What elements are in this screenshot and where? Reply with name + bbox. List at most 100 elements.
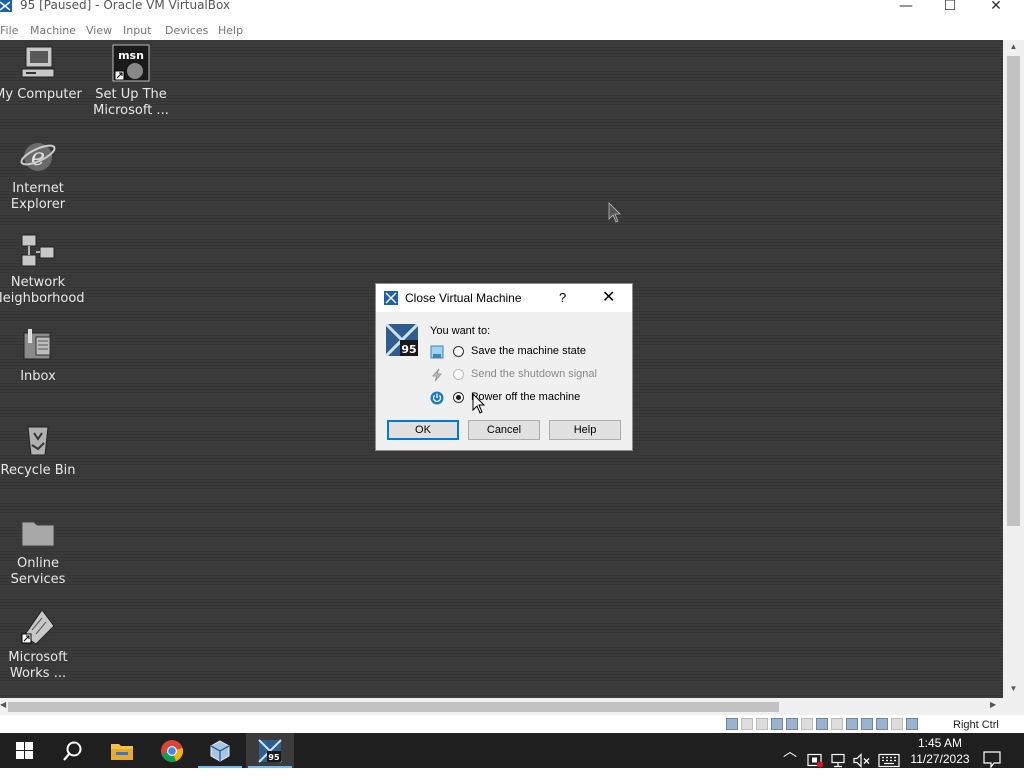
network-adapter-icon[interactable] — [786, 718, 798, 730]
status-icons — [726, 718, 918, 730]
computer-icon — [21, 46, 55, 78]
option-shutdown-signal: Send the shutdown signal — [430, 367, 620, 385]
virtualization-icon[interactable] — [876, 718, 888, 730]
inbox-icon — [23, 329, 51, 360]
vm-status-bar: Right Ctrl — [0, 715, 1024, 733]
scroll-right-icon[interactable]: ▶ — [990, 700, 996, 709]
minimize-button[interactable]: — — [883, 0, 929, 14]
file-explorer-icon — [111, 744, 133, 760]
svg-text:msn: msn — [118, 49, 144, 62]
menu-help[interactable]: Help — [218, 24, 243, 37]
taskbar-vm-95[interactable]: 95 — [246, 733, 294, 768]
menu-bar: File Machine View Input Devices Help — [0, 22, 1024, 40]
power-icon — [430, 391, 444, 405]
window-title: 95 [Paused] - Oracle VM VirtualBox — [20, 0, 231, 12]
menu-file[interactable]: File — [0, 24, 18, 37]
dialog-help-button[interactable]: ? — [559, 290, 566, 305]
vertical-scrollbar[interactable]: ▲ ▼ — [1003, 40, 1024, 698]
close-button[interactable]: ✕ — [973, 0, 1019, 14]
vertical-scroll-thumb[interactable] — [1007, 56, 1020, 526]
desktop-icon-recycle-bin[interactable]: Recycle Bin — [0, 419, 83, 479]
hard-disk-icon[interactable] — [726, 718, 738, 730]
audio-icon[interactable] — [771, 718, 783, 730]
chevron-up-icon[interactable]: ︿ — [783, 741, 797, 776]
window-titlebar: 95 [Paused] - Oracle VM VirtualBox — ☐ ✕ — [0, 0, 1024, 22]
desktop-icon-inbox[interactable]: Inbox — [0, 325, 83, 385]
vm-95-icon: 95 — [386, 324, 418, 356]
search-button[interactable] — [48, 733, 96, 768]
dialog-title: Close Virtual Machine — [405, 291, 522, 305]
horizontal-scroll-thumb[interactable] — [8, 702, 779, 712]
host-key-label: Right Ctrl — [953, 719, 999, 731]
scroll-corner — [1003, 698, 1024, 715]
volume-muted-icon[interactable] — [853, 743, 871, 778]
scroll-down-icon[interactable]: ▼ — [1003, 684, 1024, 693]
floppy-icon[interactable] — [756, 718, 768, 730]
taskbar-chrome[interactable] — [148, 733, 196, 768]
network-status-icon[interactable] — [830, 743, 846, 778]
radio-shutdown-signal — [453, 369, 464, 380]
clock-time: 1:45 AM — [917, 736, 963, 750]
dialog-titlebar: Close Virtual Machine ? ✕ — [376, 284, 632, 312]
guest-mouse-pointer-icon — [608, 202, 621, 223]
windows-logo-icon — [16, 742, 33, 759]
radio-power-off[interactable] — [453, 392, 464, 403]
dialog-prompt: You want to: — [430, 325, 491, 337]
taskbar: 95 ︿ 1:45 AM 11/27/2023 — [0, 733, 1024, 769]
cpu-icon[interactable] — [861, 718, 873, 730]
ok-button[interactable]: OK — [387, 420, 459, 440]
scroll-left-icon[interactable]: ◀ — [0, 700, 6, 709]
security-icon[interactable] — [807, 743, 823, 778]
desktop-icon-setup-msn[interactable]: msn Set Up The Microsoft ... — [86, 43, 176, 119]
clock-date: 11/27/2023 — [910, 752, 970, 766]
desktop-icon-internet-explorer[interactable]: e Internet Explorer — [0, 137, 83, 213]
cancel-button[interactable]: Cancel — [468, 420, 540, 440]
desktop-icon-microsoft-works[interactable]: Microsoft Works ... — [0, 606, 83, 682]
taskbar-file-explorer[interactable] — [98, 733, 146, 768]
close-vm-dialog: Close Virtual Machine ? ✕ 95 You want to… — [375, 283, 633, 451]
works-icon — [21, 609, 55, 645]
menu-devices[interactable]: Devices — [165, 24, 208, 37]
option-power-off[interactable]: Power off the machine — [430, 390, 620, 408]
recycle-bin-icon — [27, 426, 49, 456]
search-icon — [63, 741, 82, 761]
maximize-button[interactable]: ☐ — [927, 0, 973, 14]
shared-folders-icon[interactable] — [816, 718, 828, 730]
chrome-icon — [161, 740, 183, 763]
desktop-icon-my-computer[interactable]: My Computer — [0, 43, 83, 103]
video-capture-icon[interactable] — [846, 718, 858, 730]
menu-input[interactable]: Input — [123, 24, 151, 37]
virtualbox-cube-icon — [210, 740, 230, 762]
taskbar-virtualbox-manager[interactable] — [196, 733, 244, 768]
radio-save-state[interactable] — [453, 346, 464, 357]
dialog-close-button[interactable]: ✕ — [602, 287, 615, 307]
internet-explorer-icon: e — [20, 143, 56, 171]
optical-drive-icon[interactable] — [741, 718, 753, 730]
menu-view[interactable]: View — [86, 24, 112, 37]
notifications-icon[interactable] — [983, 742, 1001, 777]
mouse-pointer-icon — [472, 393, 486, 414]
usb-icon[interactable] — [801, 718, 813, 730]
desktop-icon-network-neighborhood[interactable]: Network Neighborhood — [0, 231, 85, 307]
option-save-state[interactable]: Save the machine state — [430, 344, 620, 362]
folder-icon — [21, 521, 55, 547]
shutdown-signal-icon — [431, 368, 443, 382]
start-button[interactable] — [0, 733, 48, 768]
network-icon — [21, 234, 55, 267]
svg-text:95: 95 — [268, 753, 280, 762]
msn-setup-icon: msn — [112, 44, 150, 82]
clock[interactable]: 1:45 AM 11/27/2023 — [906, 735, 974, 767]
menu-machine[interactable]: Machine — [30, 24, 76, 37]
virtualbox-icon — [0, 0, 12, 12]
keyboard-capture-icon[interactable] — [906, 718, 918, 730]
mouse-integration-icon[interactable] — [891, 718, 903, 730]
virtualbox-icon — [384, 291, 398, 305]
help-button[interactable]: Help — [549, 420, 621, 440]
display-icon[interactable] — [831, 718, 843, 730]
save-state-icon — [430, 345, 444, 359]
desktop-icon-online-services[interactable]: Online Services — [0, 512, 83, 588]
keyboard-icon[interactable] — [878, 743, 900, 778]
scroll-up-icon[interactable]: ▲ — [1003, 42, 1024, 51]
horizontal-scrollbar[interactable]: ◀ ▶ — [0, 698, 1003, 715]
vm-95-icon: 95 — [258, 739, 282, 763]
